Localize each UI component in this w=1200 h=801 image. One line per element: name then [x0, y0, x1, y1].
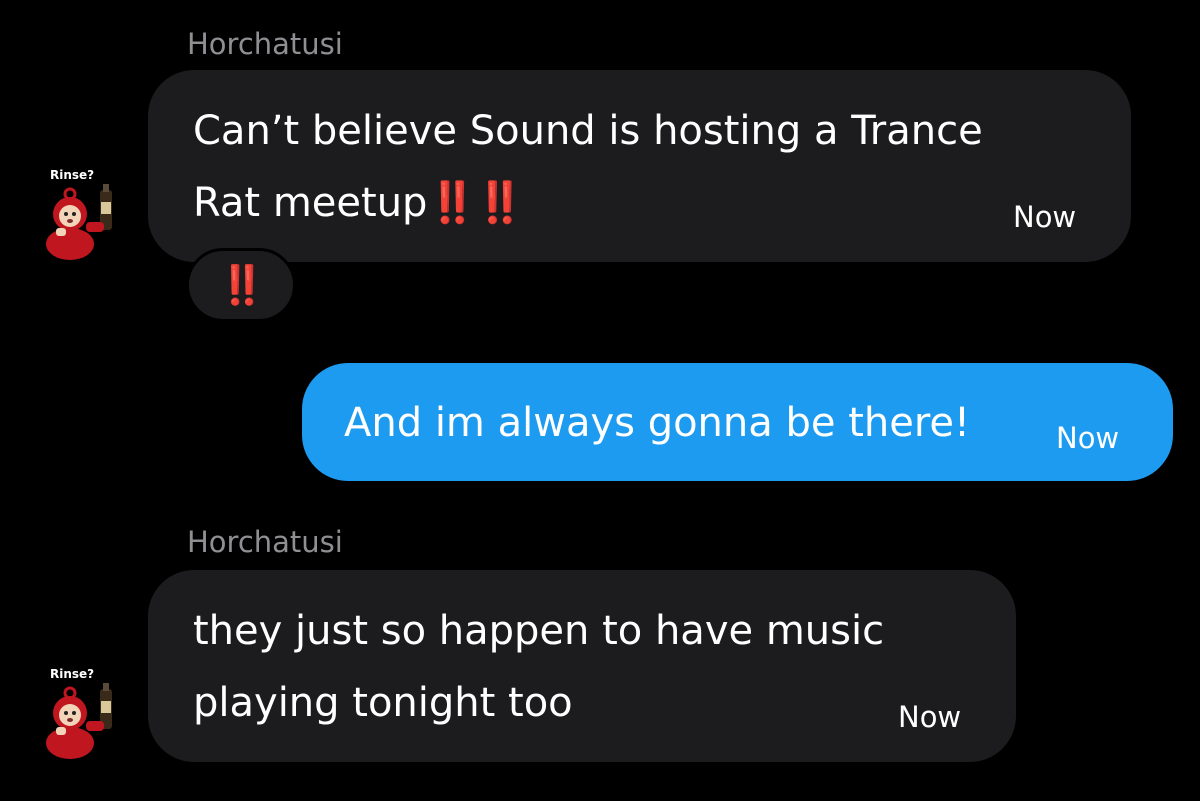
avatar-caption: Rinse? [50, 168, 95, 182]
message-bubble[interactable]: Can’t believe Sound is hosting a Trance … [148, 70, 1131, 262]
avatar[interactable]: Rinse? [40, 168, 130, 268]
message-text-line-1: they just so happen to have music [193, 608, 885, 654]
message-bubble[interactable]: they just so happen to have music playin… [148, 570, 1016, 762]
reaction-pill[interactable]: ‼️ [186, 248, 296, 322]
sender-name: Horchatusi [187, 525, 343, 559]
timestamp: Now [1013, 200, 1077, 234]
avatar[interactable]: Rinse? [40, 667, 130, 767]
message-text: And im always gonna be there! [344, 400, 971, 446]
sender-name: Horchatusi [187, 27, 343, 61]
timestamp: Now [898, 700, 962, 734]
timestamp: Now [1056, 421, 1120, 455]
message-text-line-2: Rat meetup [193, 180, 428, 226]
message-bubble-outgoing[interactable]: And im always gonna be there! Now [302, 363, 1173, 481]
teletubby-avatar-icon [46, 683, 112, 759]
message-text-line-1: Can’t believe Sound is hosting a Trance [193, 108, 983, 154]
double-exclamation-emoji: ‼️‼️ [427, 180, 525, 226]
teletubby-avatar-icon [46, 184, 112, 260]
message-text-line-2: playing tonight too [193, 680, 573, 726]
double-exclamation-reaction-icon: ‼️ [218, 262, 266, 307]
avatar-caption: Rinse? [50, 667, 95, 681]
